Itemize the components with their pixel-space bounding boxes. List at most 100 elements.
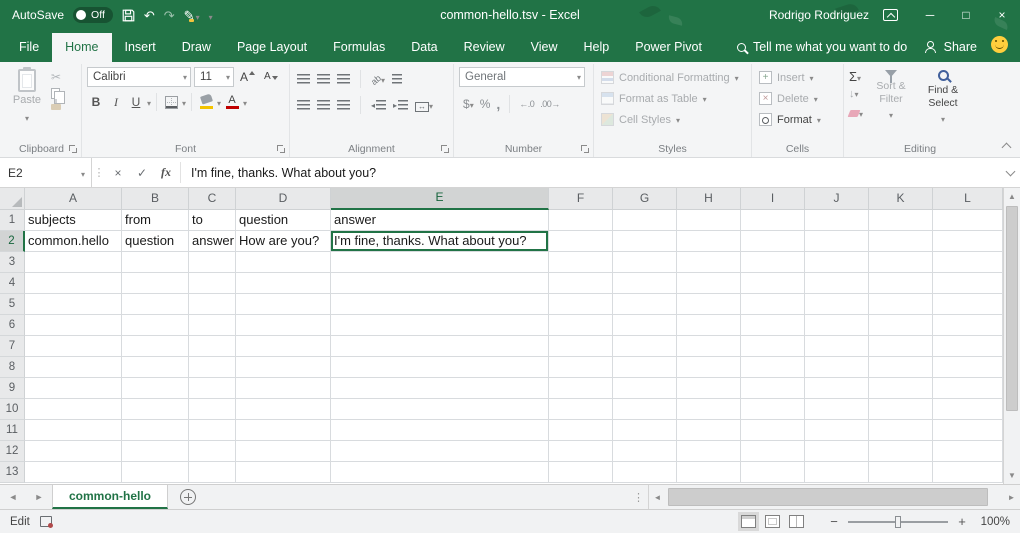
- scroll-left-arrow[interactable]: ◄: [649, 485, 666, 509]
- cell-J9[interactable]: [805, 378, 869, 399]
- sort-filter-button[interactable]: Sort & Filter: [867, 67, 915, 122]
- select-all-button[interactable]: [0, 188, 25, 210]
- zoom-out-button[interactable]: −: [828, 514, 840, 529]
- format-as-table-button[interactable]: Format as Table: [599, 88, 747, 109]
- cell-D8[interactable]: [236, 357, 331, 378]
- cell-G5[interactable]: [613, 294, 677, 315]
- decrease-font-size-button[interactable]: A: [261, 72, 281, 82]
- cell-B12[interactable]: [122, 441, 189, 462]
- cell-H4[interactable]: [677, 273, 741, 294]
- cell-J10[interactable]: [805, 399, 869, 420]
- cell-J2[interactable]: [805, 231, 869, 252]
- cell-G11[interactable]: [613, 420, 677, 441]
- cell-G4[interactable]: [613, 273, 677, 294]
- maximize-button[interactable]: □: [948, 0, 984, 30]
- cancel-button[interactable]: ×: [106, 158, 130, 187]
- row-header-9[interactable]: 9: [0, 378, 25, 399]
- formula-bar-expand-button[interactable]: [1000, 158, 1020, 187]
- minimize-button[interactable]: ─: [912, 0, 948, 30]
- cell-K12[interactable]: [869, 441, 933, 462]
- macro-record-button[interactable]: [40, 516, 52, 527]
- cell-L9[interactable]: [933, 378, 1003, 399]
- cell-L10[interactable]: [933, 399, 1003, 420]
- cell-I12[interactable]: [741, 441, 805, 462]
- tab-power-pivot[interactable]: Power Pivot: [622, 33, 715, 62]
- percent-style-button[interactable]: %: [480, 97, 491, 111]
- new-sheet-button[interactable]: [180, 489, 196, 505]
- sheet-nav-right-arrow[interactable]: ►: [26, 485, 52, 509]
- cell-I10[interactable]: [741, 399, 805, 420]
- tell-me-search[interactable]: Tell me what you want to do: [737, 40, 907, 62]
- orientation-button[interactable]: ab: [371, 70, 385, 88]
- comma-style-button[interactable]: ,: [496, 96, 500, 112]
- undo-button[interactable]: ↶: [144, 9, 155, 22]
- cell-I7[interactable]: [741, 336, 805, 357]
- cell-E5[interactable]: [331, 294, 549, 315]
- cell-F12[interactable]: [549, 441, 613, 462]
- cell-L5[interactable]: [933, 294, 1003, 315]
- cell-E9[interactable]: [331, 378, 549, 399]
- save-button[interactable]: [122, 9, 135, 22]
- column-header-G[interactable]: G: [613, 188, 677, 210]
- cell-D3[interactable]: [236, 252, 331, 273]
- increase-indent-button[interactable]: ▸: [393, 100, 408, 110]
- cell-B11[interactable]: [122, 420, 189, 441]
- cell-J3[interactable]: [805, 252, 869, 273]
- cell-L11[interactable]: [933, 420, 1003, 441]
- cell-D10[interactable]: [236, 399, 331, 420]
- tab-help[interactable]: Help: [571, 33, 623, 62]
- cell-D7[interactable]: [236, 336, 331, 357]
- cell-G2[interactable]: [613, 231, 677, 252]
- number-dialog-launcher[interactable]: [581, 145, 590, 154]
- cell-E10[interactable]: [331, 399, 549, 420]
- cell-L6[interactable]: [933, 315, 1003, 336]
- delete-cells-button[interactable]: Delete: [757, 88, 839, 109]
- underline-button[interactable]: U: [127, 92, 145, 112]
- cell-G1[interactable]: [613, 210, 677, 231]
- formula-input[interactable]: I'm fine, thanks. What about you?: [183, 158, 1000, 187]
- align-left-button[interactable]: [297, 100, 310, 110]
- cut-button[interactable]: ✂: [51, 71, 61, 83]
- cell-D9[interactable]: [236, 378, 331, 399]
- formula-bar-drag-handle[interactable]: ⋮: [92, 158, 106, 187]
- row-header-3[interactable]: 3: [0, 252, 25, 273]
- underline-dropdown-arrow[interactable]: [147, 93, 151, 111]
- cell-F4[interactable]: [549, 273, 613, 294]
- cell-G3[interactable]: [613, 252, 677, 273]
- cell-D12[interactable]: [236, 441, 331, 462]
- cell-K3[interactable]: [869, 252, 933, 273]
- cell-F3[interactable]: [549, 252, 613, 273]
- cell-G12[interactable]: [613, 441, 677, 462]
- cell-G8[interactable]: [613, 357, 677, 378]
- zoom-level[interactable]: 100%: [976, 516, 1010, 528]
- column-header-E[interactable]: E: [331, 188, 549, 210]
- row-header-6[interactable]: 6: [0, 315, 25, 336]
- name-box[interactable]: E2: [0, 158, 92, 187]
- autosum-button[interactable]: Σ: [849, 69, 863, 84]
- cell-A11[interactable]: [25, 420, 122, 441]
- cell-L3[interactable]: [933, 252, 1003, 273]
- scroll-down-arrow[interactable]: ▼: [1004, 467, 1020, 484]
- sheet-tab-common-hello[interactable]: common-hello: [52, 485, 168, 509]
- feedback-button[interactable]: [977, 36, 1020, 62]
- cell-I6[interactable]: [741, 315, 805, 336]
- cell-K8[interactable]: [869, 357, 933, 378]
- autosave-toggle[interactable]: Off: [73, 7, 113, 23]
- cell-B5[interactable]: [122, 294, 189, 315]
- redo-button[interactable]: ↷: [164, 9, 175, 22]
- cell-H7[interactable]: [677, 336, 741, 357]
- accounting-format-button[interactable]: $: [463, 97, 474, 111]
- fill-color-dropdown-arrow[interactable]: [217, 93, 221, 111]
- cell-B13[interactable]: [122, 462, 189, 483]
- cell-C12[interactable]: [189, 441, 236, 462]
- column-header-C[interactable]: C: [189, 188, 236, 210]
- italic-button[interactable]: I: [107, 92, 125, 112]
- insert-cells-button[interactable]: Insert: [757, 67, 839, 88]
- cell-B3[interactable]: [122, 252, 189, 273]
- row-header-5[interactable]: 5: [0, 294, 25, 315]
- cell-C2[interactable]: answer: [189, 231, 236, 252]
- cell-H11[interactable]: [677, 420, 741, 441]
- borders-button[interactable]: [162, 92, 180, 112]
- tab-insert[interactable]: Insert: [112, 33, 169, 62]
- cell-F7[interactable]: [549, 336, 613, 357]
